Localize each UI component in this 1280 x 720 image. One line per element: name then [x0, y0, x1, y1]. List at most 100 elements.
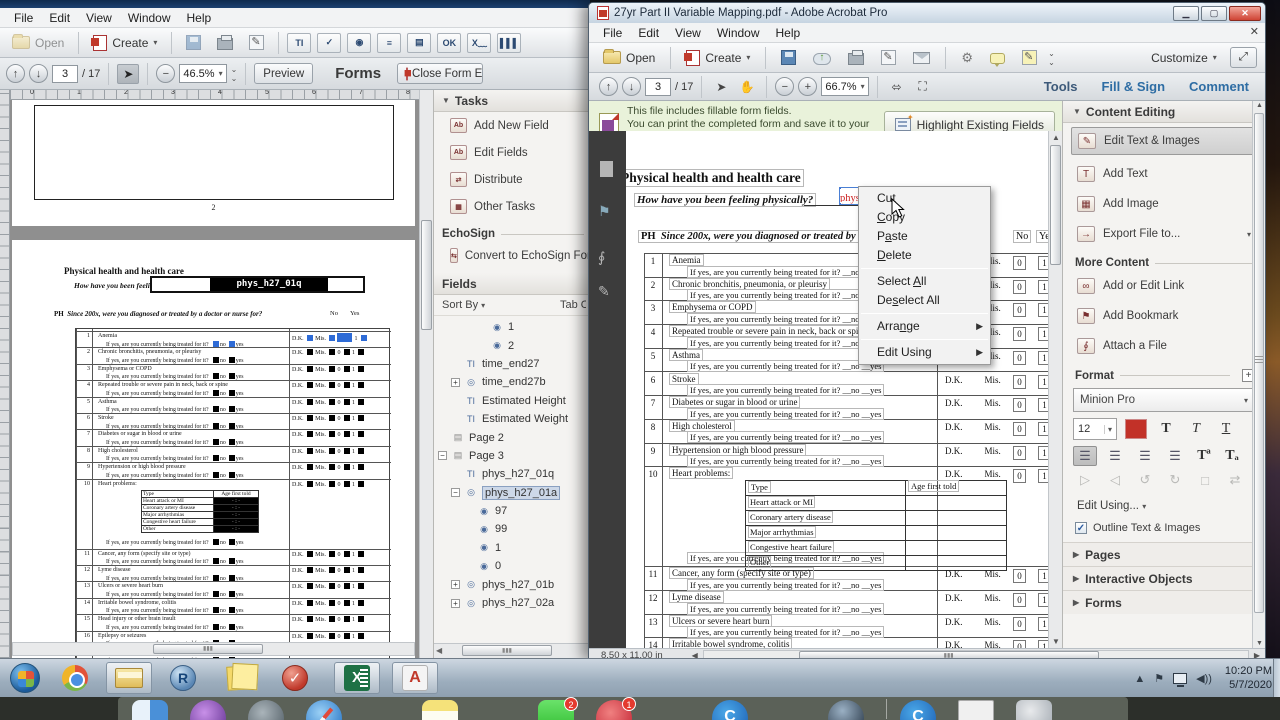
tree-expander-icon[interactable]: + — [451, 598, 460, 608]
open-button[interactable]: Open — [597, 48, 661, 68]
answer-box-1[interactable]: 1 — [1038, 445, 1048, 460]
context-menu-select-all[interactable]: Select All — [859, 272, 990, 291]
heart-row-field[interactable] — [906, 541, 1006, 555]
condition-row-6[interactable]: 6 Stroke If yes, are you currently being t… — [645, 372, 1048, 397]
hidden-icons-arrow[interactable]: ▲ — [1134, 673, 1145, 685]
section-interactive-objects[interactable]: ▶ Interactive Objects — [1063, 566, 1265, 590]
answer-box-0[interactable]: 0 — [1013, 593, 1026, 607]
context-menu-deselect-all[interactable]: Deselect All — [859, 291, 990, 310]
add-text-item[interactable]: T Add Text — [1063, 159, 1265, 189]
taskbar-acrobat[interactable]: A — [392, 662, 438, 694]
print-button[interactable] — [211, 32, 239, 53]
answer-box-1[interactable]: 1 — [1038, 303, 1048, 318]
left-document-area[interactable]: 012345678 2 Physical health and health c… — [0, 90, 433, 658]
subscript-button[interactable]: Tₐ — [1221, 448, 1243, 464]
checkbox-field[interactable] — [329, 567, 336, 573]
context-menu-delete[interactable]: Delete — [859, 246, 990, 265]
checkbox-field[interactable] — [343, 583, 350, 590]
dock-trash[interactable] — [1016, 700, 1052, 720]
checkbox-field[interactable] — [228, 590, 235, 597]
tree-expander-icon[interactable]: − — [438, 451, 447, 461]
answer-box-0[interactable]: 0 — [1013, 327, 1026, 342]
checkbox-field[interactable] — [212, 558, 219, 565]
select-tool-button[interactable]: ➤ — [710, 77, 732, 97]
checkbox-field[interactable] — [358, 480, 365, 487]
minimize-button[interactable]: ▁ — [1173, 5, 1199, 21]
taskbar-sticky-notes[interactable] — [222, 662, 256, 694]
task-other-tasks[interactable]: ▦ Other Tasks — [434, 193, 590, 220]
barcode-tool[interactable]: ▌▌▌ — [497, 32, 522, 53]
checkbox-field[interactable] — [228, 607, 235, 614]
add-bookmark-item[interactable]: ⚑ Add Bookmark — [1063, 301, 1265, 331]
menu-window[interactable]: Window — [709, 24, 768, 42]
condition-row-13[interactable]: 13 Ulcers or severe heart burn If yes, are… — [76, 581, 391, 598]
bookmarks-icon[interactable]: ⚑ — [598, 203, 611, 220]
next-page-button[interactable]: ↓ — [622, 77, 641, 96]
field-tree-item[interactable]: − ▤ Page 3 — [434, 447, 590, 465]
checkbox-field[interactable] — [329, 632, 336, 639]
action-center-flag-icon[interactable]: ⚑ — [1154, 672, 1164, 685]
check-box-tool[interactable]: ✓ — [317, 32, 342, 53]
checkbox-field[interactable] — [212, 574, 219, 581]
close-form-editing-button[interactable]: Close Form Editing — [397, 63, 484, 84]
send-to-cloud-button[interactable] — [807, 48, 837, 68]
customize-button[interactable]: Customize ▾ — [1145, 48, 1223, 68]
checkbox-field[interactable] — [358, 567, 365, 573]
answer-box-0[interactable]: 0 — [1013, 256, 1026, 270]
checkbox-field[interactable] — [329, 365, 336, 372]
answer-box-1[interactable]: 1 — [1038, 398, 1048, 413]
field-tree-item[interactable]: TI Estimated Height — [434, 392, 590, 410]
checkbox-field[interactable] — [329, 550, 336, 557]
condition-row-6[interactable]: 6 Stroke If yes, are you currently being t… — [76, 413, 391, 430]
taskbar-excel[interactable]: X — [334, 662, 380, 694]
checkbox-field[interactable] — [306, 382, 313, 389]
checkbox-field[interactable] — [358, 349, 365, 356]
context-menu-edit-using[interactable]: Edit Using ▶ — [859, 343, 990, 362]
checkbox-field[interactable] — [343, 349, 350, 356]
checkbox-field[interactable] — [212, 406, 219, 413]
hand-tool-button[interactable]: ✋ — [736, 77, 758, 97]
section-pages[interactable]: ▶ Pages — [1063, 542, 1265, 566]
comment-bubble-button[interactable] — [984, 48, 1011, 67]
button-tool[interactable]: OK — [437, 32, 462, 53]
context-menu-arrange[interactable]: Arrange ▶ — [859, 317, 990, 336]
zoom-level-select[interactable]: 66.7% ▾ — [821, 77, 869, 96]
answer-box-0[interactable]: 0 — [1013, 374, 1026, 389]
checkbox-field[interactable] — [306, 415, 313, 421]
add-image-item[interactable]: ▦ Add Image — [1063, 189, 1265, 219]
fit-width-button[interactable]: ⬄ — [886, 77, 908, 97]
list-box-tool[interactable]: ≡ — [377, 32, 402, 53]
condition-row-9[interactable]: 9 Hypertension or high blood pressure If y… — [645, 443, 1048, 468]
signatures-icon[interactable]: ✎ — [598, 283, 610, 300]
condition-row-10[interactable]: 10 Heart problems: If yes, are you current… — [76, 478, 391, 549]
task-distribute[interactable]: ⇄ Distribute — [434, 166, 590, 193]
answer-box-0[interactable]: 0 — [1013, 640, 1026, 648]
checkbox-field[interactable] — [343, 550, 350, 557]
tab-tools[interactable]: Tools — [1034, 79, 1088, 94]
tree-expander-icon[interactable]: + — [451, 580, 460, 590]
maximize-button[interactable]: ▢ — [1201, 5, 1227, 21]
checkbox-field[interactable] — [306, 464, 313, 471]
task-add-new-field[interactable]: Ab Add New Field — [434, 112, 590, 139]
heart-row-field[interactable]: · : · — [214, 504, 258, 511]
checkbox-field[interactable] — [358, 415, 365, 421]
checkbox-field[interactable] — [228, 471, 235, 478]
checkbox-field[interactable] — [343, 464, 350, 471]
answer-box-1[interactable]: 1 — [1038, 569, 1048, 584]
close-document-icon[interactable]: ✕ — [1250, 25, 1259, 38]
checkbox-field[interactable] — [329, 431, 336, 438]
checkbox-field[interactable] — [343, 567, 350, 573]
field-tree-item[interactable]: TI phys_h27_01q — [434, 465, 590, 483]
condition-row-13[interactable]: 13 Ulcers or severe heart burn If yes, are… — [645, 614, 1048, 639]
attach-a-file-item[interactable]: ∮ Attach a File — [1063, 331, 1265, 361]
checkbox-field[interactable] — [306, 550, 313, 557]
checkbox-field[interactable] — [358, 464, 365, 471]
field-tree-item[interactable]: ◉ 97 — [434, 502, 590, 520]
field-tree-item[interactable]: + ◎ phys_h27_02a — [434, 594, 590, 608]
checkbox-field[interactable] — [360, 335, 367, 341]
checkbox-field[interactable] — [306, 447, 313, 454]
taskbar-r-project[interactable]: R — [166, 662, 200, 694]
open-button[interactable]: Open — [6, 33, 70, 53]
field-tree-item[interactable]: ◉ 99 — [434, 520, 590, 538]
condition-row-1[interactable]: 1 Anemia If yes, are you currently being t… — [76, 331, 391, 348]
